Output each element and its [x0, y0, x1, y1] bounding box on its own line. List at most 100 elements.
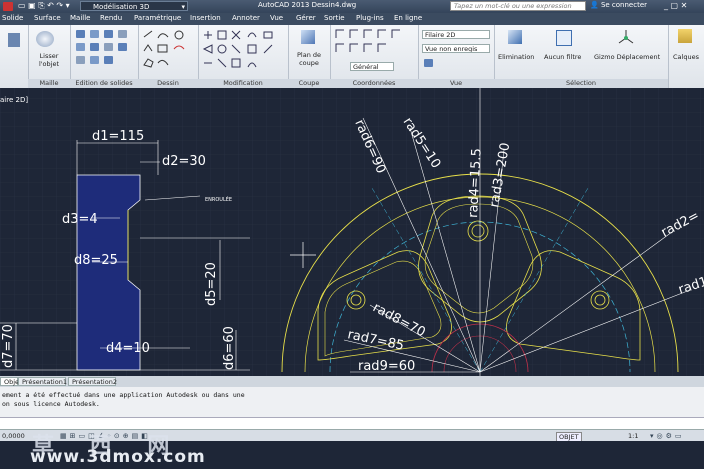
viewport-label[interactable]: aire 2D] [0, 96, 28, 104]
panel-title-coupe: Coupe [288, 79, 330, 88]
fillet-edge-icon[interactable] [104, 43, 113, 51]
gizmo-label[interactable]: Gizmo Déplacement [594, 53, 660, 61]
panel-title-maille: Maille [28, 79, 70, 88]
menu-item-rendu[interactable]: Rendu [100, 14, 122, 22]
named-view-value: Vue non enregis [425, 45, 478, 53]
drawing-canvas[interactable]: d1=115 d2=30 d3=4 d8=25 d5=20 d4=10 d6=6… [0, 88, 704, 376]
note-text: ENROULÉE [205, 195, 232, 203]
chevron-down-icon: ▾ [181, 3, 185, 11]
draw-tools-icons[interactable] [142, 29, 194, 73]
chamfer-edge-icon[interactable] [118, 43, 127, 51]
offset-edge-icon[interactable] [104, 56, 113, 64]
menu-item-solide[interactable]: Solide [2, 14, 23, 22]
visual-style-value: Filaire 2D [425, 31, 456, 39]
shell-icon[interactable] [90, 43, 99, 51]
elimination-label[interactable]: Elimination [498, 53, 534, 61]
panel-title-modification: Modification [198, 79, 288, 88]
annotation-scale[interactable]: 1:1 [628, 432, 638, 440]
panel-title-vue: Vue [418, 79, 494, 88]
lisser-label[interactable]: Lisser l'objet [31, 52, 67, 68]
app-logo[interactable] [3, 2, 13, 11]
menu-item-annoter[interactable]: Annoter [232, 14, 260, 22]
dim-d3[interactable]: d3=4 [62, 212, 98, 227]
panel-dessin: Dessin [138, 25, 199, 88]
drawing-viewport[interactable]: d1=115 d2=30 d3=4 d8=25 d5=20 d4=10 d6=6… [0, 88, 704, 376]
command-history-line-1: ement a été effectué dans une applicatio… [2, 391, 245, 399]
filter-label[interactable]: Aucun filtre [544, 53, 581, 61]
menu-item-parametrique[interactable]: Paramétrique [134, 14, 181, 22]
dim-d2[interactable]: d2=30 [162, 154, 206, 169]
window-controls[interactable]: _ ▢ ✕ [664, 1, 687, 10]
intersect-icon[interactable] [104, 30, 113, 38]
ucs-value: Général [353, 63, 379, 71]
plan-coupe-label[interactable]: Plan de coupe [292, 51, 326, 67]
ucs-dropdown[interactable]: Général [350, 62, 394, 71]
calques-label[interactable]: Calques [673, 53, 699, 61]
workspace-label: Modélisation 3D [93, 3, 150, 11]
box-icon[interactable] [8, 33, 20, 47]
workspace-dropdown[interactable]: Modélisation 3D ▾ [80, 1, 188, 11]
menu-item-plugins[interactable]: Plug-ins [356, 14, 384, 22]
imprint-icon[interactable] [76, 56, 85, 64]
named-view-dropdown[interactable]: Vue non enregis [422, 44, 490, 53]
panel-modification: Modification [198, 25, 289, 88]
view-icon[interactable] [424, 59, 433, 67]
panel-title-dessin: Dessin [138, 79, 198, 88]
panel-title-coordonnees: Coordonnées [330, 79, 418, 88]
panel-title-selection: Sélection [494, 79, 668, 88]
title-bar: ▭ ▣ ⎘ ↶ ↷ ▾ Modélisation 3D ▾ AutoCAD 201… [0, 0, 704, 13]
panel-left-edge [0, 25, 29, 88]
tab-presentation1[interactable]: Présentation1 [18, 377, 67, 386]
menu-item-sortie[interactable]: Sortie [324, 14, 345, 22]
sign-in-button[interactable]: 👤 Se connecter [590, 1, 647, 9]
ucs-tools-icons[interactable] [334, 28, 414, 60]
gizmo-icon[interactable] [616, 28, 636, 48]
separate-icon[interactable] [90, 56, 99, 64]
filter-icon[interactable] [556, 30, 572, 46]
union-icon[interactable] [76, 30, 85, 38]
tab-objet[interactable]: Objet [0, 377, 22, 386]
dim-rad9[interactable]: rad9=60 [358, 359, 415, 374]
menu-item-surface[interactable]: Surface [34, 14, 61, 22]
ribbon: Lisser l'objet Maille Edition de solides… [0, 25, 704, 89]
quick-access-icons[interactable]: ▭ ▣ ⎘ ↶ ↷ ▾ [18, 1, 70, 11]
menu-item-maille[interactable]: Maille [70, 14, 90, 22]
culling-icon[interactable] [508, 30, 522, 44]
layout-tabs: Objet Présentation1 Présentation2 [0, 376, 704, 387]
command-history-line-2: on sous licence Autodesk. [2, 400, 100, 408]
coordinates-readout: 0,0000 [2, 432, 25, 440]
slice-icon[interactable] [76, 43, 85, 51]
window-title: AutoCAD 2013 Dessin4.dwg [258, 1, 357, 9]
panel-coordonnees: Général Coordonnées [330, 25, 419, 88]
panel-calques: Calques [668, 25, 704, 88]
dim-d5[interactable]: d5=20 [204, 262, 219, 306]
modify-tools-icons[interactable] [202, 29, 286, 73]
panel-edition-solides: Edition de solides [70, 25, 139, 88]
section-plane-icon[interactable] [301, 30, 315, 44]
panel-vue: Filaire 2D Vue non enregis Vue [418, 25, 495, 88]
visual-style-dropdown[interactable]: Filaire 2D [422, 30, 490, 39]
status-tray-icons[interactable]: ▾◎⚙▭ [650, 432, 685, 440]
extrude-face-icon[interactable] [118, 30, 127, 38]
panel-maille: Lisser l'objet Maille [28, 25, 71, 88]
menu-item-vue[interactable]: Vue [270, 14, 283, 22]
dim-d8[interactable]: d8=25 [74, 253, 118, 268]
panel-title-edition-solides: Edition de solides [70, 79, 138, 88]
menu-item-en-ligne[interactable]: En ligne [394, 14, 422, 22]
subtract-icon[interactable] [90, 30, 99, 38]
layers-icon[interactable] [678, 29, 692, 43]
dim-d7[interactable]: d7=70 [1, 324, 16, 368]
smooth-mesh-icon[interactable] [36, 31, 54, 47]
watermark-url: www.3dmox.com [30, 447, 206, 467]
menu-item-insertion[interactable]: Insertion [190, 14, 221, 22]
command-line[interactable]: ement a été effectué dans une applicatio… [0, 387, 704, 429]
panel-selection: Elimination Aucun filtre Gizmo Déplaceme… [494, 25, 669, 88]
sign-in-label: Se connecter [600, 1, 648, 9]
panel-coupe: Plan de coupe Coupe [288, 25, 331, 88]
tab-presentation2[interactable]: Présentation2 [68, 377, 117, 386]
dim-d1[interactable]: d1=115 [92, 129, 144, 144]
search-input[interactable]: Tapez un mot-clé ou une expression [450, 1, 586, 11]
dim-d4[interactable]: d4=10 [106, 341, 150, 356]
dim-d6[interactable]: d6=60 [222, 326, 237, 370]
menu-item-gerer[interactable]: Gérer [296, 14, 316, 22]
